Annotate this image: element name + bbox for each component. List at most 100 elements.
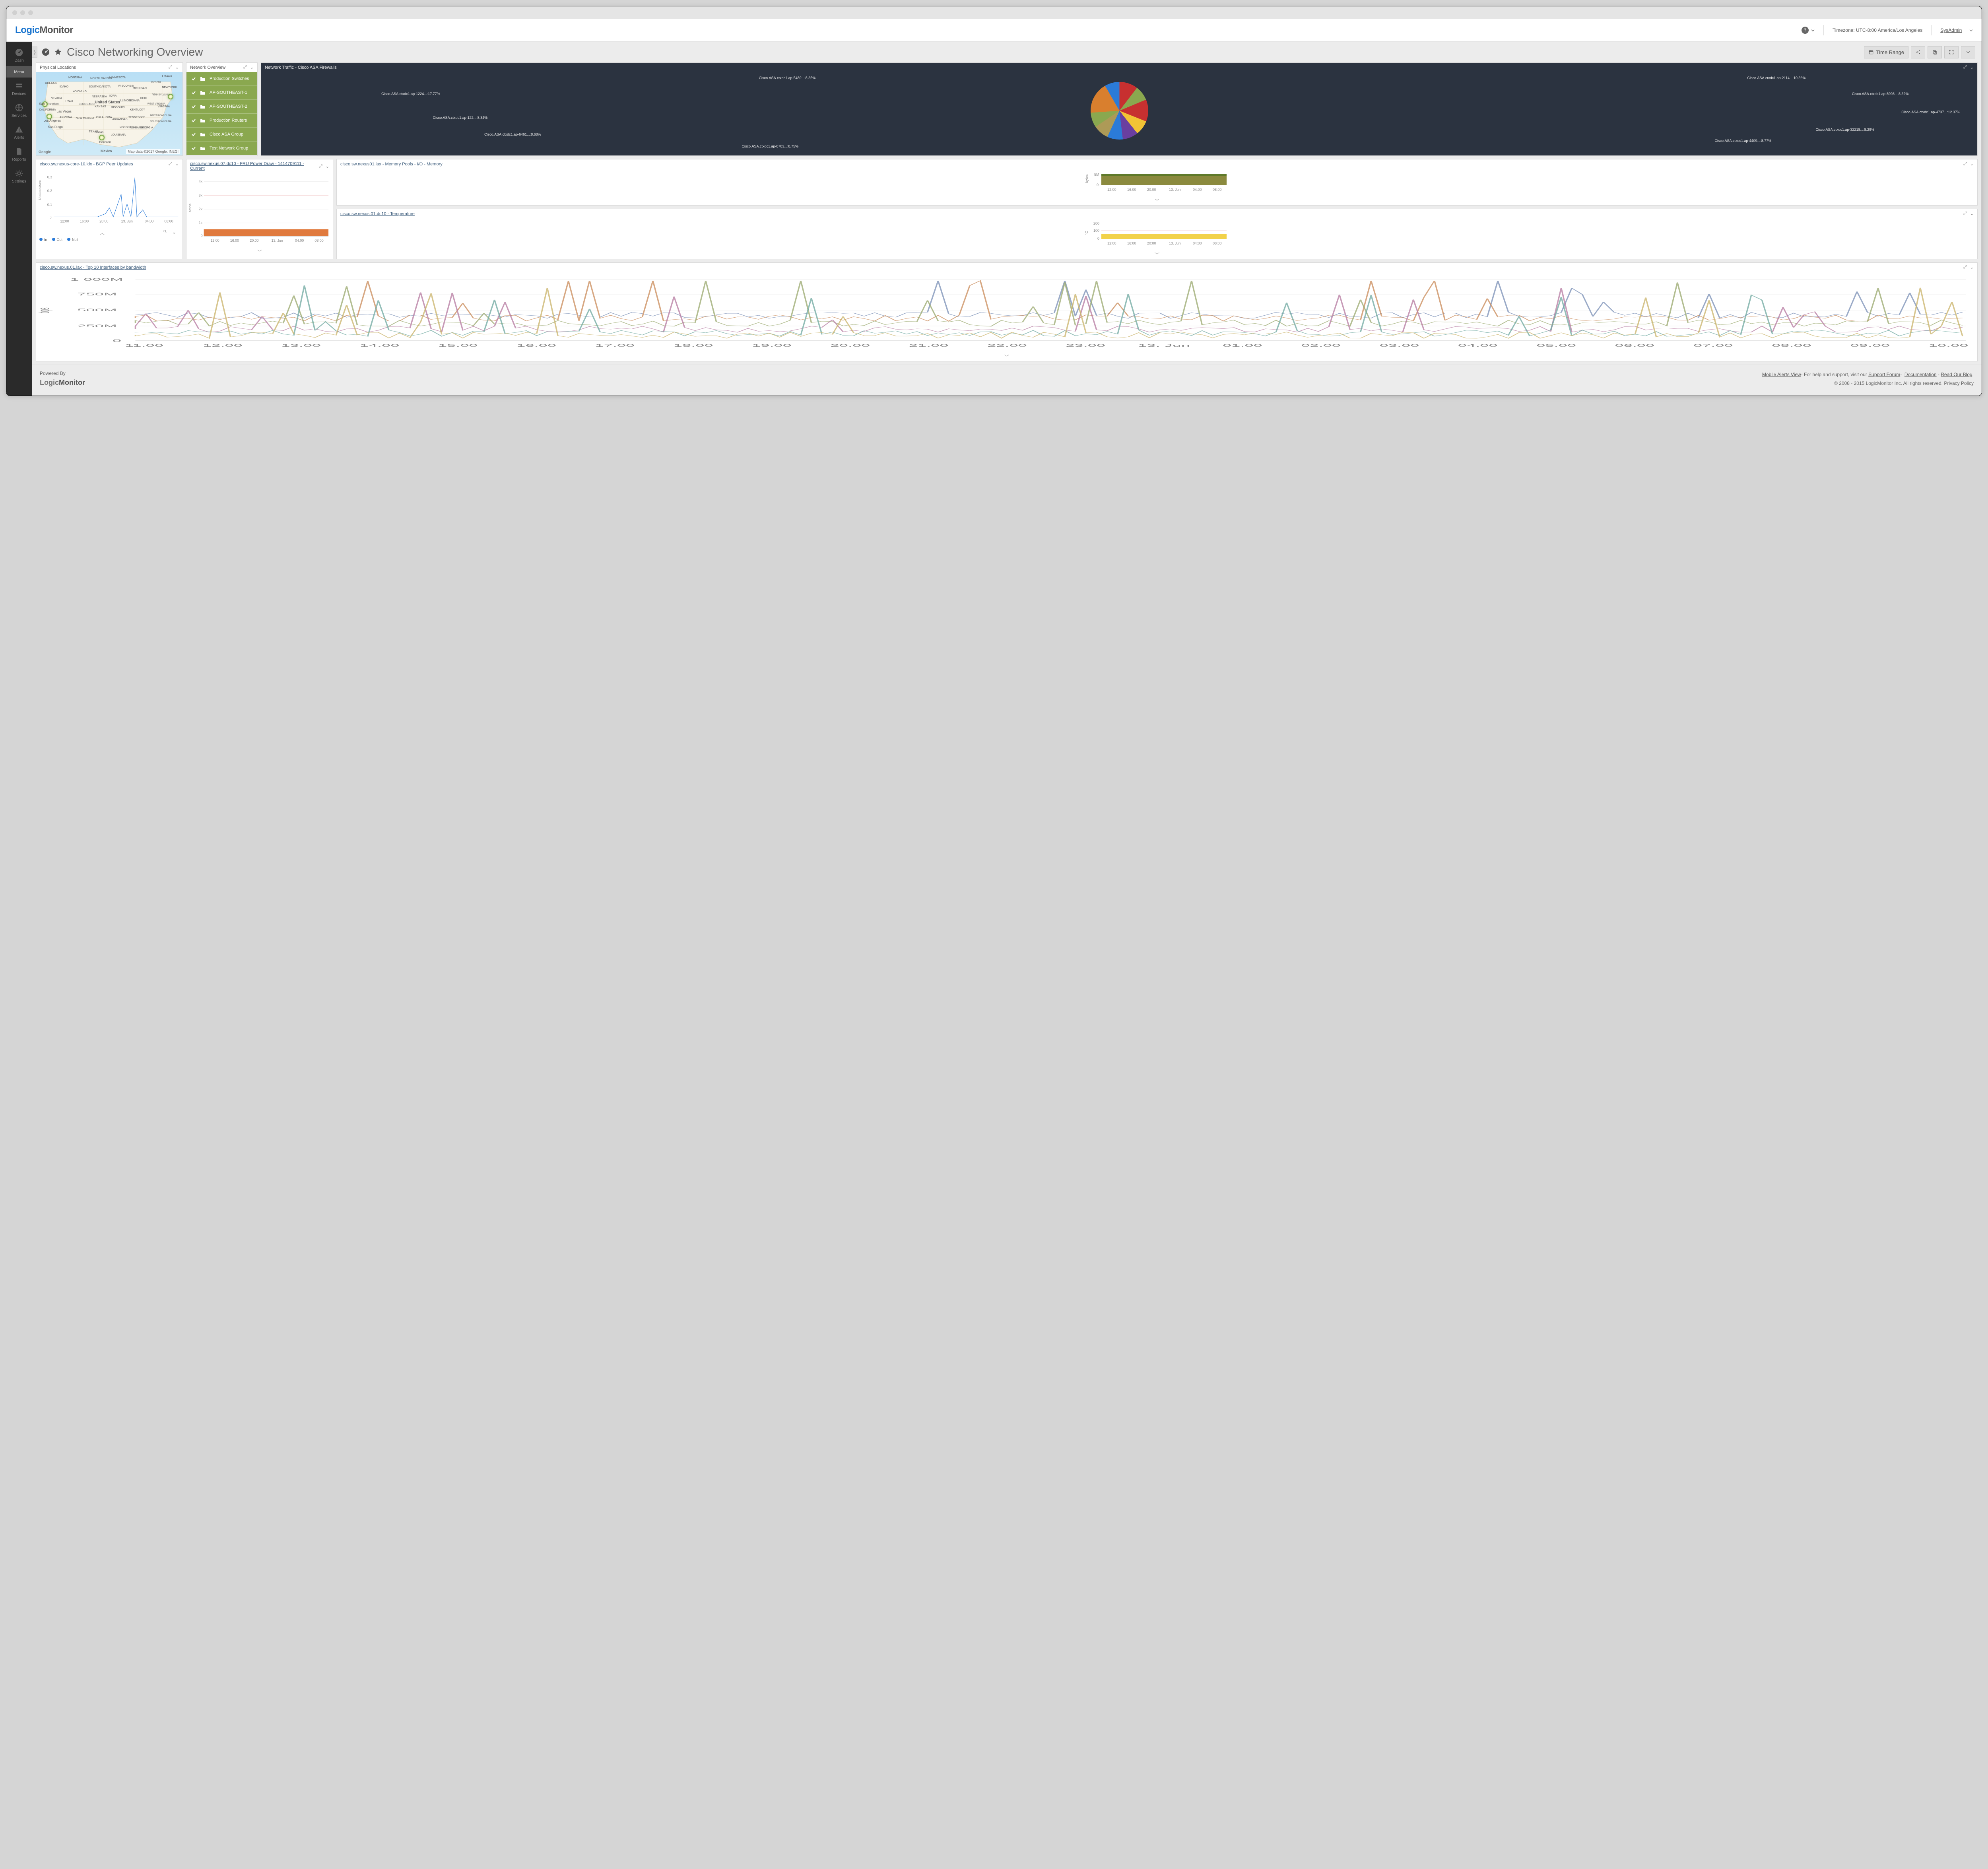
timezone-label[interactable]: Timezone: UTC-8:00 America/Los Angeles — [1833, 27, 1922, 33]
expand-toggle[interactable]: ﹀ — [1155, 198, 1159, 204]
brand-logo[interactable]: LogicMonitor — [15, 25, 73, 36]
chart-body[interactable]: °C 200 100 0 12:0016:0020:0013. Jun04:00… — [337, 218, 1977, 250]
svg-text:20:00: 20:00 — [99, 219, 108, 223]
expand-toggle[interactable]: ﹀ — [257, 249, 262, 255]
expand-tree-handle[interactable]: ❭ — [32, 47, 37, 58]
more-button[interactable] — [1961, 46, 1975, 58]
expand-toggle[interactable]: ﹀ — [1155, 252, 1159, 258]
sidebar-item-services[interactable]: Services — [6, 99, 32, 121]
sidebar-item-reports[interactable]: Reports — [6, 143, 32, 165]
widget-temperature: cisco.sw.nexus.01.dc10 - Temperature ⤢⌄ °… — [336, 209, 1978, 259]
devices-icon — [15, 82, 23, 90]
chart-body[interactable]: bps 1 000M 750M 500M 250M 0 11:0012:0013… — [36, 272, 1977, 353]
map-label: IDAHO — [60, 85, 68, 88]
legend-label: Out — [57, 238, 63, 242]
sidebar-item-menu[interactable]: Menu — [6, 66, 32, 78]
svg-text:16:00: 16:00 — [230, 239, 239, 243]
chart-body[interactable]: bytes 5M 0 12:0016:0020:0013. Jun04:0008… — [337, 169, 1977, 197]
widget-title[interactable]: cisco.sw.nexus.07.dc10 - FRU Power Draw … — [190, 161, 319, 171]
sidebar-item-settings[interactable]: Settings — [6, 165, 32, 187]
widget-title[interactable]: cisco.sw.nexus-core-10.ldx - BGP Peer Up… — [40, 162, 133, 167]
window-close-dot[interactable] — [12, 10, 17, 15]
expand-icon[interactable]: ⤢ — [1963, 265, 1967, 270]
map-body[interactable]: United States Mexico San Francisco Los A… — [36, 72, 182, 155]
footer-link-blog[interactable]: Read Our Blog — [1941, 372, 1972, 377]
list-item[interactable]: Production Switches — [186, 72, 257, 86]
divider — [1931, 25, 1932, 35]
map-label: SOUTH DAKOTA — [89, 85, 111, 88]
copy-button[interactable] — [1928, 46, 1942, 58]
expand-icon[interactable]: ⤢ — [1963, 161, 1967, 167]
map-label: San Francisco — [39, 102, 59, 106]
help-menu[interactable]: ? — [1802, 27, 1815, 34]
widget-title[interactable]: cisco.sw.nexus.01.dc10 - Temperature — [340, 212, 415, 216]
svg-text:11:00: 11:00 — [125, 344, 163, 347]
sidebar-item-label: Dash — [14, 58, 23, 63]
sidebar-item-dash[interactable]: Dash — [6, 44, 32, 66]
widget-title[interactable]: cisco.sw.nexus.01.lax - Top 10 Interface… — [40, 265, 146, 270]
expand-icon[interactable]: ⤢ — [243, 65, 247, 70]
sidebar-item-label: Settings — [12, 179, 26, 184]
star-icon[interactable] — [54, 48, 62, 56]
map-pin[interactable] — [99, 135, 105, 140]
svg-text:22:00: 22:00 — [987, 344, 1027, 347]
chevron-down-icon[interactable]: ⌄ — [172, 229, 176, 236]
check-icon — [191, 132, 196, 137]
expand-toggle[interactable]: ︿ — [100, 229, 105, 236]
svg-text:14:00: 14:00 — [360, 344, 400, 347]
footer-link-docs[interactable]: Documentation — [1905, 372, 1937, 377]
list-item[interactable]: Production Routers — [186, 114, 257, 128]
expand-toggle[interactable]: ﹀ — [1004, 354, 1009, 360]
map-label: NEBRASKA — [92, 95, 107, 98]
footer-link-mobile[interactable]: Mobile Alerts View — [1762, 372, 1801, 377]
chevron-down-icon[interactable]: ⌄ — [326, 164, 329, 169]
footer-link-support[interactable]: Support Forum — [1868, 372, 1900, 377]
chevron-down-icon[interactable]: ⌄ — [1970, 161, 1974, 167]
map-label: WEST VIRGINIA — [148, 103, 165, 105]
brand-part1: Logic — [15, 25, 40, 35]
time-range-button[interactable]: Time Range — [1864, 46, 1908, 58]
list-item[interactable]: Cisco ASA Group — [186, 128, 257, 142]
legend-label: In — [44, 238, 47, 242]
widget-title[interactable]: cisco.sw.nexus01.lax - Memory Pools - I/… — [340, 162, 443, 167]
share-button[interactable] — [1911, 46, 1925, 58]
svg-text:16:00: 16:00 — [80, 219, 89, 223]
chart-legend: In Out Null — [36, 238, 182, 244]
chevron-down-icon[interactable]: ⌄ — [1970, 65, 1974, 70]
expand-icon[interactable]: ⤢ — [1963, 211, 1967, 216]
map-label: TEXAS — [89, 130, 98, 133]
legend-label: Null — [72, 238, 78, 242]
sidebar-item-label: Alerts — [14, 136, 24, 140]
user-menu[interactable]: SysAdmin — [1940, 27, 1973, 33]
window-zoom-dot[interactable] — [28, 10, 33, 15]
line-chart: bps 1 000M 750M 500M 250M 0 11:0012:0013… — [39, 274, 1975, 349]
fullscreen-button[interactable] — [1944, 46, 1959, 58]
chevron-down-icon[interactable]: ⌄ — [250, 65, 254, 70]
list-item[interactable]: Test Network Group — [186, 142, 257, 155]
expand-icon[interactable]: ⤢ — [169, 65, 172, 70]
chart-body[interactable]: amps 4k 3k 2k 1k 0 12:0016:0020:0013. Ju… — [186, 173, 333, 248]
svg-text:20:00: 20:00 — [831, 344, 870, 347]
sidebar-item-devices[interactable]: Devices — [6, 78, 32, 99]
svg-text:12:00: 12:00 — [1107, 241, 1116, 245]
chevron-down-icon[interactable]: ⌄ — [1970, 211, 1974, 216]
help-icon: ? — [1802, 27, 1809, 34]
svg-text:200: 200 — [1093, 221, 1099, 225]
chevron-down-icon[interactable]: ⌄ — [175, 161, 179, 167]
expand-icon[interactable]: ⤢ — [1963, 65, 1967, 70]
pie-slice-label: Cisco.ASA.ctxdc1.ap-122...:8.34% — [433, 116, 488, 120]
chart-body[interactable]: Updates/sec 0.3 0.2 0.1 0 12:0016:0020:0… — [36, 169, 182, 229]
sidebar-item-alerts[interactable]: Alerts — [6, 121, 32, 143]
list-item[interactable]: AP-SOUTHEAST-1 — [186, 86, 257, 100]
expand-icon[interactable]: ⤢ — [169, 161, 172, 167]
map-label: WYOMING — [73, 90, 87, 93]
pie-chart[interactable] — [1091, 82, 1148, 140]
chevron-down-icon[interactable]: ⌄ — [1970, 265, 1974, 270]
chevron-down-icon[interactable]: ⌄ — [175, 65, 179, 70]
svg-text:12:00: 12:00 — [210, 239, 219, 243]
window-minimize-dot[interactable] — [20, 10, 25, 15]
expand-icon[interactable]: ⤢ — [319, 164, 322, 169]
map-label: PENNSYLVANIA — [152, 94, 170, 96]
search-icon[interactable] — [162, 229, 168, 233]
list-item[interactable]: AP-SOUTHEAST-2 — [186, 100, 257, 114]
